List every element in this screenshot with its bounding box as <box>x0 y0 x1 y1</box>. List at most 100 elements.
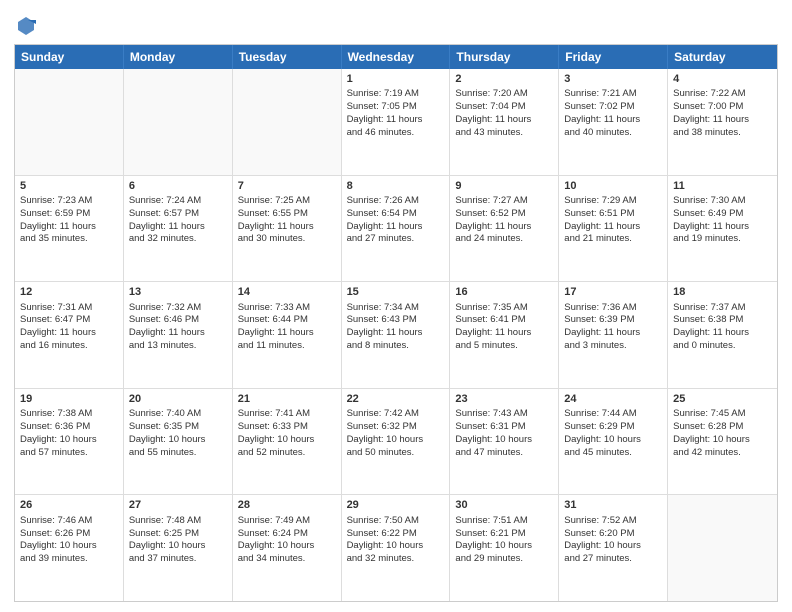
day-number: 3 <box>564 72 662 87</box>
calendar-cell-21: 21Sunrise: 7:41 AM Sunset: 6:33 PM Dayli… <box>233 389 342 495</box>
calendar-cell-24: 24Sunrise: 7:44 AM Sunset: 6:29 PM Dayli… <box>559 389 668 495</box>
calendar-cell-9: 9Sunrise: 7:27 AM Sunset: 6:52 PM Daylig… <box>450 176 559 282</box>
day-number: 26 <box>20 498 118 513</box>
day-info: Sunrise: 7:26 AM Sunset: 6:54 PM Dayligh… <box>347 195 445 246</box>
day-info: Sunrise: 7:48 AM Sunset: 6:25 PM Dayligh… <box>129 515 227 566</box>
calendar-header-sunday: Sunday <box>15 45 124 69</box>
day-info: Sunrise: 7:22 AM Sunset: 7:00 PM Dayligh… <box>673 88 772 139</box>
calendar-header-row: SundayMondayTuesdayWednesdayThursdayFrid… <box>15 45 777 69</box>
day-number: 30 <box>455 498 553 513</box>
calendar-cell-27: 27 Sunrise: 7:48 AM Sunset: 6:25 PM Dayli… <box>124 495 233 601</box>
day-number: 4 <box>673 72 772 87</box>
calendar-cell-8: 8Sunrise: 7:26 AM Sunset: 6:54 PM Daylig… <box>342 176 451 282</box>
day-info: Sunrise: 7:29 AM Sunset: 6:51 PM Dayligh… <box>564 195 662 246</box>
day-info: Sunrise: 7:50 AM Sunset: 6:22 PM Dayligh… <box>347 515 445 566</box>
day-number: 1 <box>347 72 445 87</box>
day-number: 11 <box>673 179 772 194</box>
day-number: 22 <box>347 392 445 407</box>
day-number: 7 <box>238 179 336 194</box>
calendar-cell-30: 30 Sunrise: 7:51 AM Sunset: 6:21 PM Dayli… <box>450 495 559 601</box>
day-info: Sunrise: 7:51 AM Sunset: 6:21 PM Dayligh… <box>455 515 553 566</box>
calendar-cell-empty-0-2 <box>233 69 342 175</box>
calendar-header-tuesday: Tuesday <box>233 45 342 69</box>
day-info: Sunrise: 7:20 AM Sunset: 7:04 PM Dayligh… <box>455 88 553 139</box>
day-number: 14 <box>238 285 336 300</box>
day-info: Sunrise: 7:24 AM Sunset: 6:57 PM Dayligh… <box>129 195 227 246</box>
calendar-cell-4: 4Sunrise: 7:22 AM Sunset: 7:00 PM Daylig… <box>668 69 777 175</box>
calendar-cell-empty-0-1 <box>124 69 233 175</box>
calendar-cell-16: 16 Sunrise: 7:35 AM Sunset: 6:41 PM Dayli… <box>450 282 559 388</box>
day-number: 9 <box>455 179 553 194</box>
calendar-cell-12: 12 Sunrise: 7:31 AM Sunset: 6:47 PM Dayli… <box>15 282 124 388</box>
day-info: Sunrise: 7:19 AM Sunset: 7:05 PM Dayligh… <box>347 88 445 139</box>
day-info: Sunrise: 7:30 AM Sunset: 6:49 PM Dayligh… <box>673 195 772 246</box>
day-info: Sunrise: 7:44 AM Sunset: 6:29 PM Dayligh… <box>564 408 662 459</box>
day-number: 28 <box>238 498 336 513</box>
day-info: Sunrise: 7:49 AM Sunset: 6:24 PM Dayligh… <box>238 515 336 566</box>
calendar-cell-empty-0-0 <box>15 69 124 175</box>
calendar-cell-19: 19Sunrise: 7:38 AM Sunset: 6:36 PM Dayli… <box>15 389 124 495</box>
day-number: 25 <box>673 392 772 407</box>
day-number: 27 <box>129 498 227 513</box>
calendar-cell-26: 26 Sunrise: 7:46 AM Sunset: 6:26 PM Dayli… <box>15 495 124 601</box>
calendar-header-friday: Friday <box>559 45 668 69</box>
day-info: Sunrise: 7:34 AM Sunset: 6:43 PM Dayligh… <box>347 302 445 353</box>
day-number: 8 <box>347 179 445 194</box>
logo <box>14 14 42 38</box>
day-number: 13 <box>129 285 227 300</box>
calendar-cell-25: 25Sunrise: 7:45 AM Sunset: 6:28 PM Dayli… <box>668 389 777 495</box>
calendar-cell-6: 6Sunrise: 7:24 AM Sunset: 6:57 PM Daylig… <box>124 176 233 282</box>
day-info: Sunrise: 7:21 AM Sunset: 7:02 PM Dayligh… <box>564 88 662 139</box>
day-number: 21 <box>238 392 336 407</box>
calendar-cell-15: 15 Sunrise: 7:34 AM Sunset: 6:43 PM Dayli… <box>342 282 451 388</box>
day-info: Sunrise: 7:35 AM Sunset: 6:41 PM Dayligh… <box>455 302 553 353</box>
day-number: 29 <box>347 498 445 513</box>
calendar-cell-5: 5Sunrise: 7:23 AM Sunset: 6:59 PM Daylig… <box>15 176 124 282</box>
calendar-cell-3: 3Sunrise: 7:21 AM Sunset: 7:02 PM Daylig… <box>559 69 668 175</box>
calendar-header-monday: Monday <box>124 45 233 69</box>
day-number: 6 <box>129 179 227 194</box>
day-info: Sunrise: 7:36 AM Sunset: 6:39 PM Dayligh… <box>564 302 662 353</box>
calendar-cell-11: 11Sunrise: 7:30 AM Sunset: 6:49 PM Dayli… <box>668 176 777 282</box>
day-info: Sunrise: 7:46 AM Sunset: 6:26 PM Dayligh… <box>20 515 118 566</box>
calendar-cell-7: 7Sunrise: 7:25 AM Sunset: 6:55 PM Daylig… <box>233 176 342 282</box>
calendar-cell-17: 17 Sunrise: 7:36 AM Sunset: 6:39 PM Dayli… <box>559 282 668 388</box>
day-number: 15 <box>347 285 445 300</box>
day-info: Sunrise: 7:33 AM Sunset: 6:44 PM Dayligh… <box>238 302 336 353</box>
calendar-cell-1: 1Sunrise: 7:19 AM Sunset: 7:05 PM Daylig… <box>342 69 451 175</box>
header <box>14 10 778 38</box>
day-number: 18 <box>673 285 772 300</box>
day-info: Sunrise: 7:32 AM Sunset: 6:46 PM Dayligh… <box>129 302 227 353</box>
calendar-cell-31: 31Sunrise: 7:52 AM Sunset: 6:20 PM Dayli… <box>559 495 668 601</box>
day-info: Sunrise: 7:40 AM Sunset: 6:35 PM Dayligh… <box>129 408 227 459</box>
day-info: Sunrise: 7:38 AM Sunset: 6:36 PM Dayligh… <box>20 408 118 459</box>
day-info: Sunrise: 7:27 AM Sunset: 6:52 PM Dayligh… <box>455 195 553 246</box>
day-number: 31 <box>564 498 662 513</box>
day-number: 17 <box>564 285 662 300</box>
calendar-cell-29: 29 Sunrise: 7:50 AM Sunset: 6:22 PM Dayli… <box>342 495 451 601</box>
page: SundayMondayTuesdayWednesdayThursdayFrid… <box>0 0 792 612</box>
calendar-row-4: 26 Sunrise: 7:46 AM Sunset: 6:26 PM Dayli… <box>15 494 777 601</box>
day-number: 5 <box>20 179 118 194</box>
calendar-row-1: 5Sunrise: 7:23 AM Sunset: 6:59 PM Daylig… <box>15 175 777 282</box>
day-number: 16 <box>455 285 553 300</box>
calendar-cell-22: 22Sunrise: 7:42 AM Sunset: 6:32 PM Dayli… <box>342 389 451 495</box>
calendar-cell-10: 10Sunrise: 7:29 AM Sunset: 6:51 PM Dayli… <box>559 176 668 282</box>
day-info: Sunrise: 7:42 AM Sunset: 6:32 PM Dayligh… <box>347 408 445 459</box>
calendar-cell-14: 14 Sunrise: 7:33 AM Sunset: 6:44 PM Dayli… <box>233 282 342 388</box>
logo-icon <box>14 14 38 38</box>
calendar-cell-18: 18Sunrise: 7:37 AM Sunset: 6:38 PM Dayli… <box>668 282 777 388</box>
day-number: 20 <box>129 392 227 407</box>
calendar-cell-empty-4-6 <box>668 495 777 601</box>
calendar-body: 1Sunrise: 7:19 AM Sunset: 7:05 PM Daylig… <box>15 69 777 601</box>
day-info: Sunrise: 7:23 AM Sunset: 6:59 PM Dayligh… <box>20 195 118 246</box>
day-number: 12 <box>20 285 118 300</box>
calendar-header-saturday: Saturday <box>668 45 777 69</box>
calendar: SundayMondayTuesdayWednesdayThursdayFrid… <box>14 44 778 602</box>
day-info: Sunrise: 7:31 AM Sunset: 6:47 PM Dayligh… <box>20 302 118 353</box>
day-number: 19 <box>20 392 118 407</box>
day-number: 2 <box>455 72 553 87</box>
day-info: Sunrise: 7:43 AM Sunset: 6:31 PM Dayligh… <box>455 408 553 459</box>
day-number: 24 <box>564 392 662 407</box>
calendar-cell-20: 20Sunrise: 7:40 AM Sunset: 6:35 PM Dayli… <box>124 389 233 495</box>
